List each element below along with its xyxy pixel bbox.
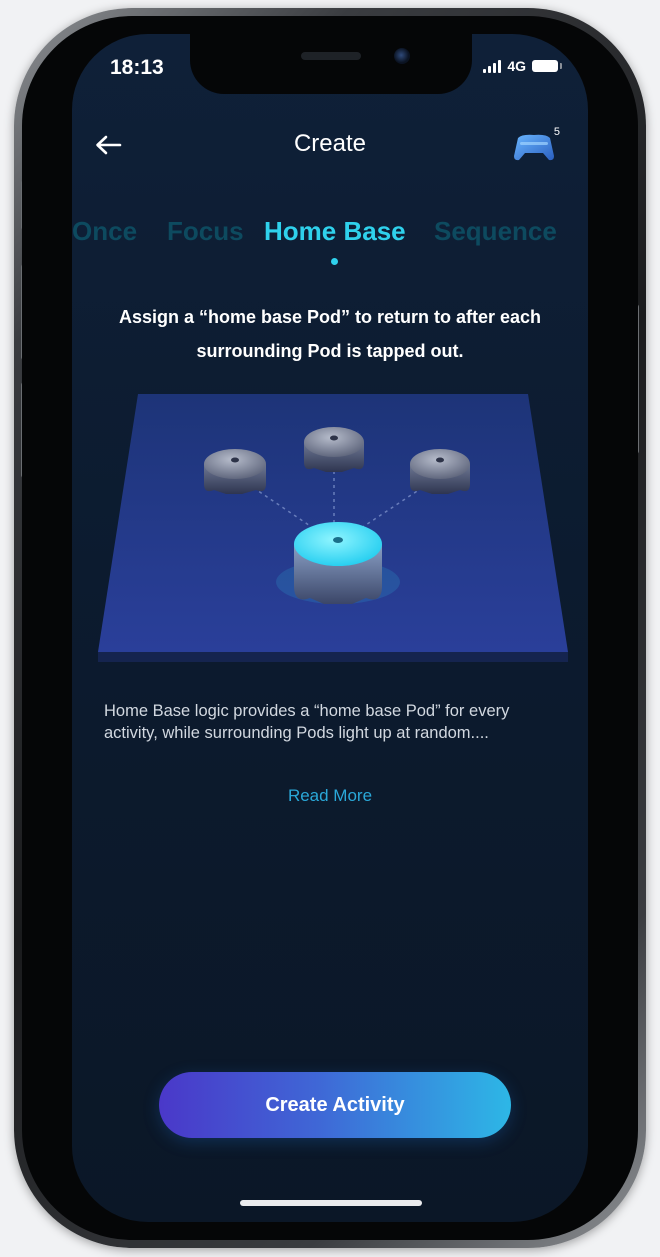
tab-sequence[interactable]: Sequence	[434, 216, 557, 247]
create-activity-button[interactable]: Create Activity	[159, 1072, 511, 1138]
read-more-link[interactable]: Read More	[72, 786, 588, 806]
home-base-illustration	[98, 394, 568, 662]
controller-count-badge: 5	[553, 126, 560, 138]
home-indicator	[240, 1200, 422, 1206]
front-camera	[394, 48, 410, 64]
status-time: 18:13	[110, 56, 164, 79]
mode-heading: Assign a “home base Pod” to return to af…	[118, 307, 542, 361]
surrounding-pod-center	[304, 427, 364, 472]
controller-button[interactable]: 5	[512, 126, 562, 166]
tab-home-base[interactable]: Home Base	[264, 216, 406, 247]
earpiece-speaker	[301, 52, 361, 60]
network-type: 4G	[507, 58, 526, 74]
mode-tabs: Once Focus Home Base Sequence	[72, 216, 588, 256]
surrounding-pod-right	[410, 449, 470, 494]
active-tab-indicator	[331, 258, 338, 265]
status-indicators: 4G	[483, 58, 562, 74]
mode-description: Home Base logic provides a “home base Po…	[104, 702, 510, 742]
notch	[190, 34, 472, 94]
battery-icon	[532, 60, 562, 72]
page-title: Create	[293, 130, 367, 157]
surrounding-pod-left	[204, 449, 266, 494]
tab-focus[interactable]: Focus	[167, 216, 244, 247]
tab-once[interactable]: Once	[72, 216, 137, 247]
app-screen: 18:13 4G Create 5 Once Focus Home Base S…	[72, 34, 588, 1222]
signal-strength-icon	[483, 59, 502, 73]
gamepad-icon	[514, 134, 554, 161]
